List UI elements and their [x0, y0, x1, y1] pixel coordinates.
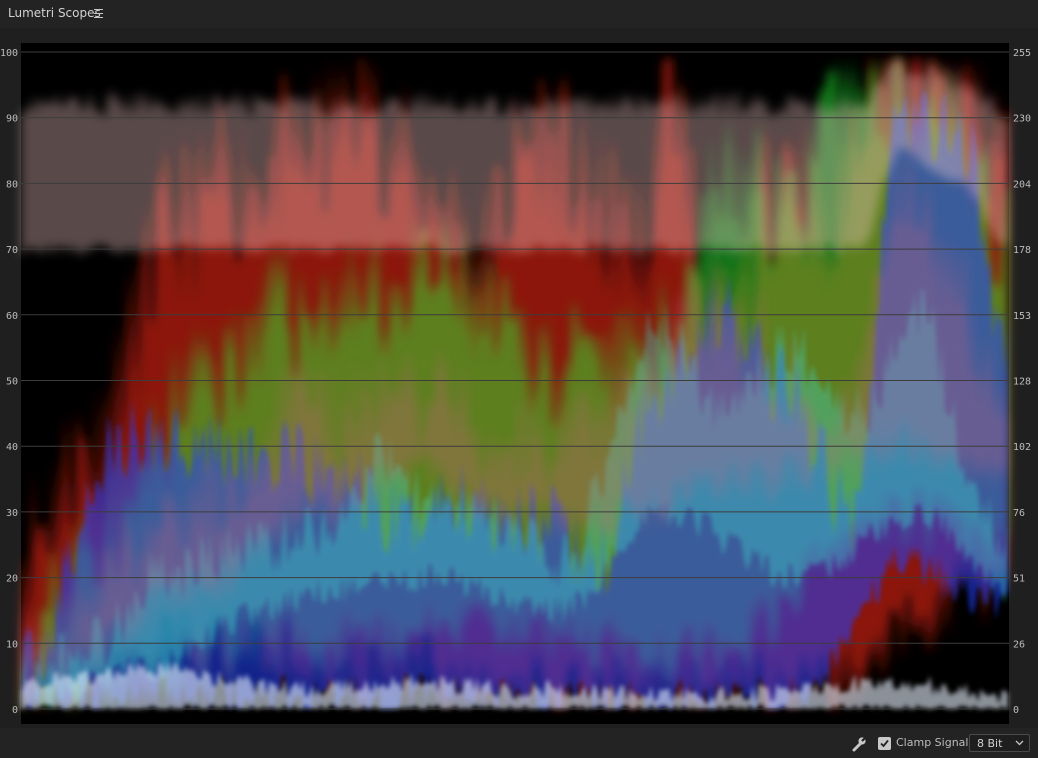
left-axis-tick: 100	[0, 48, 18, 59]
right-axis-tick: 102	[1013, 442, 1031, 453]
right-axis-tick: 255	[1013, 48, 1031, 59]
left-axis-tick: 60	[6, 311, 18, 322]
clamp-signal-label: Clamp Signal	[896, 736, 969, 749]
checkmark-icon	[880, 739, 889, 748]
left-axis-tick: 0	[12, 705, 18, 716]
right-axis-tick: 0	[1013, 705, 1019, 716]
left-axis-tick: 30	[6, 508, 18, 519]
right-axis-tick: 51	[1013, 574, 1025, 585]
left-axis-tick: 40	[6, 442, 18, 453]
panel-title: Lumetri Scopes	[8, 6, 101, 20]
right-axis-tick: 178	[1013, 245, 1031, 256]
panel-header: Lumetri Scopes	[0, 0, 1038, 28]
scope-footer: Clamp Signal 8 Bit	[0, 728, 1038, 758]
chevron-down-icon	[1015, 740, 1024, 746]
bit-depth-value: 8 Bit	[977, 737, 1003, 750]
right-axis-tick: 204	[1013, 179, 1031, 190]
left-axis-tick: 80	[6, 179, 18, 190]
right-axis-tick: 153	[1013, 311, 1031, 322]
left-axis-tick: 50	[6, 377, 18, 388]
right-axis-tick: 230	[1013, 114, 1031, 125]
left-axis-tick: 20	[6, 574, 18, 585]
right-axis-tick: 76	[1013, 508, 1025, 519]
left-axis-tick: 90	[6, 114, 18, 125]
left-axis-tick: 70	[6, 245, 18, 256]
waveform-scope: 100 90 80 70 60 50 40 30 20 10 0 255 230 204 178 153 12…	[0, 28, 1038, 728]
wrench-icon[interactable]	[851, 736, 867, 752]
hamburger-menu-icon[interactable]	[94, 9, 103, 18]
clamp-signal-checkbox[interactable]	[878, 737, 891, 750]
right-axis-tick: 26	[1013, 639, 1025, 650]
left-axis-tick: 10	[6, 639, 18, 650]
right-axis-tick: 128	[1013, 377, 1031, 388]
waveform-display: 1009080706050403020100 25523020417815312…	[0, 43, 1031, 724]
bit-depth-dropdown[interactable]: 8 Bit	[969, 734, 1030, 752]
